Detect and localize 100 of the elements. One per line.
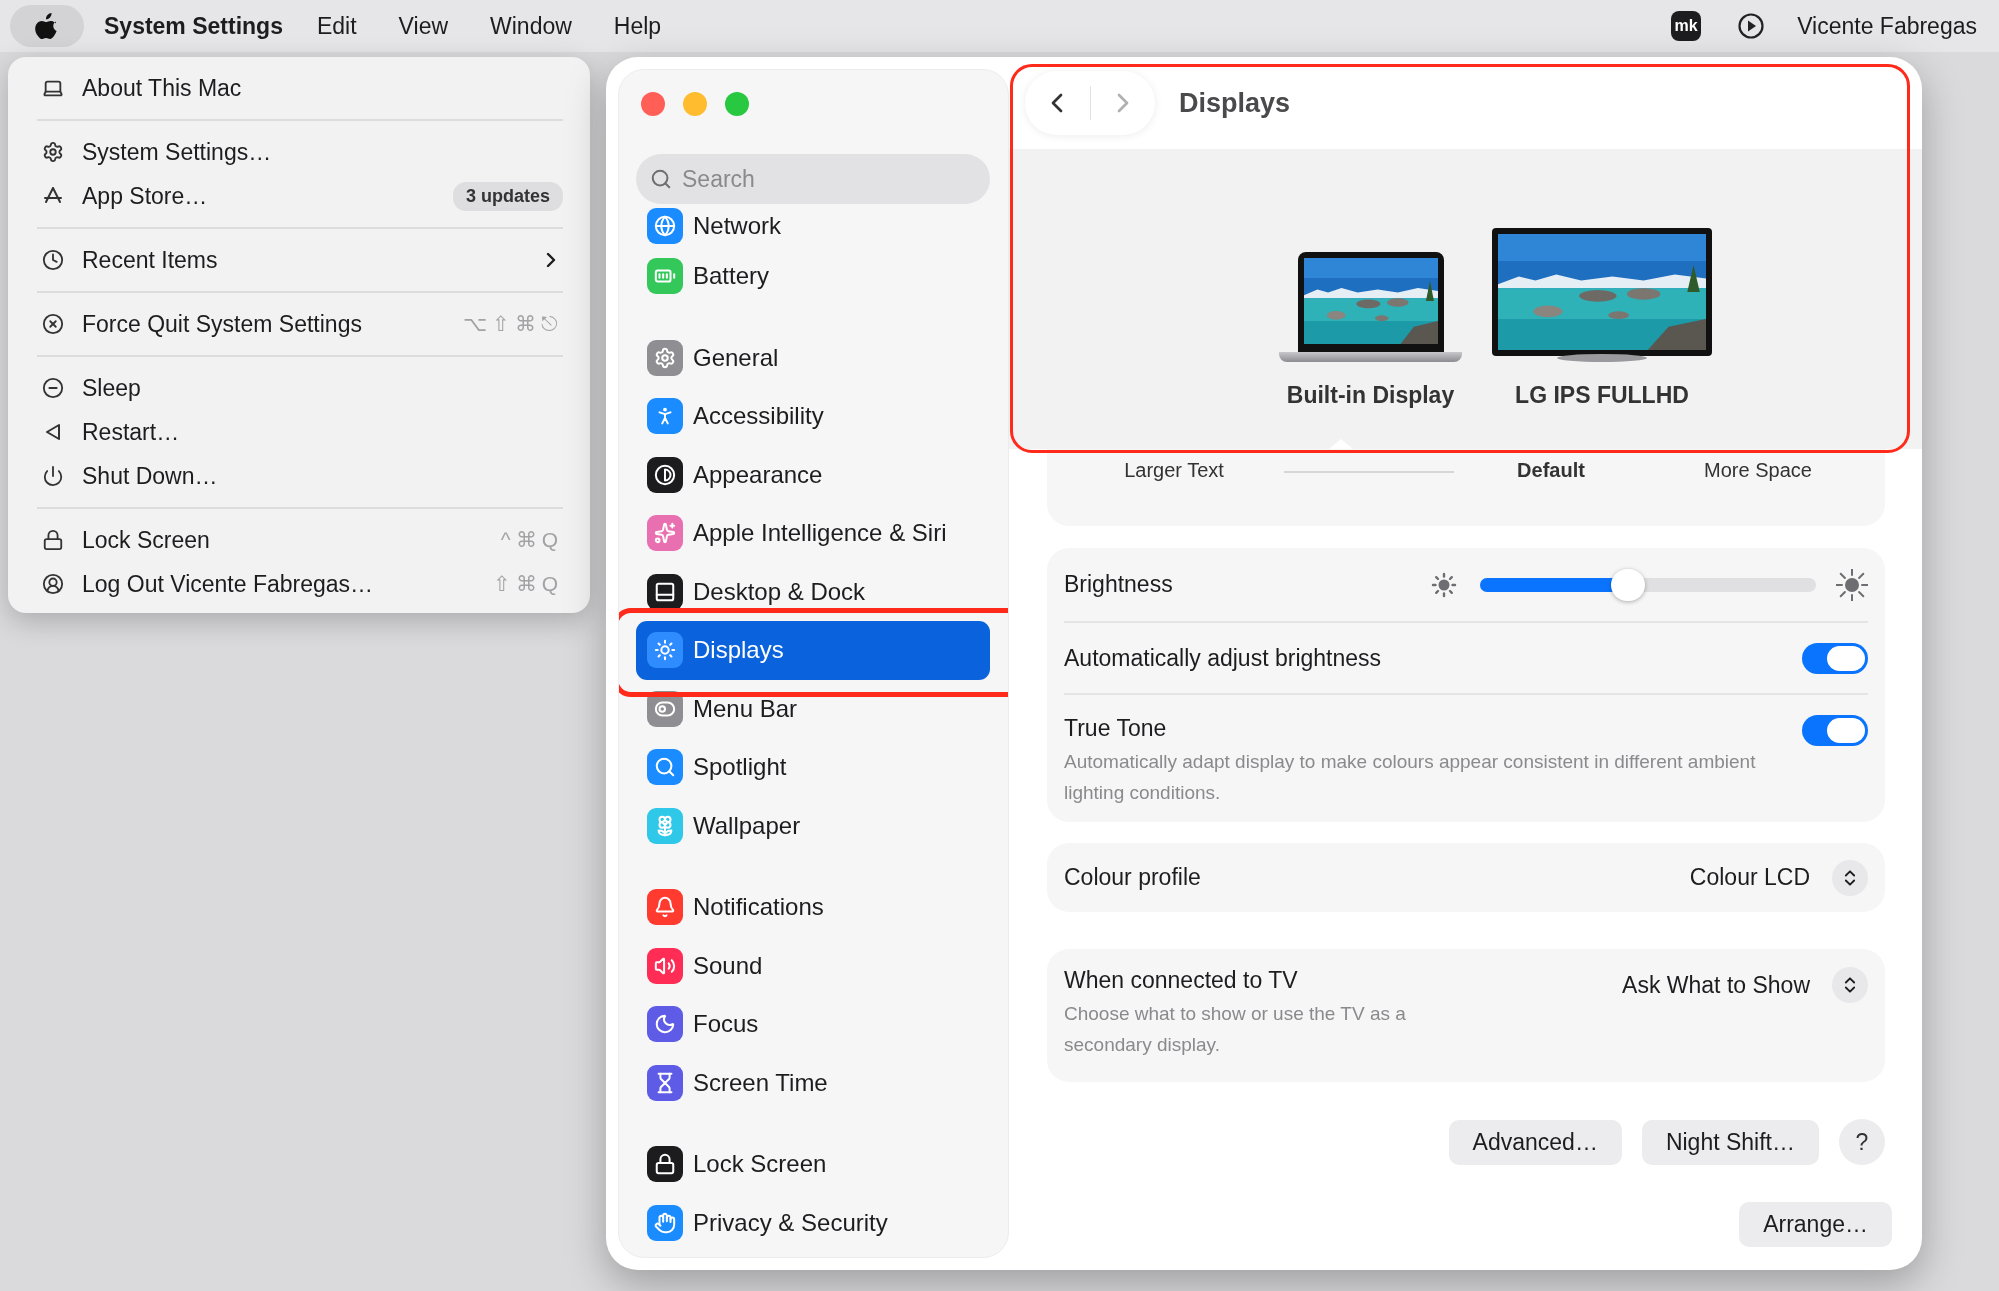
sidebar-item-label: Screen Time (693, 1068, 828, 1097)
sidebar-item[interactable]: Lock Screen (636, 1135, 990, 1194)
arrange-button[interactable]: Arrange… (1739, 1202, 1892, 1247)
sidebar-item-label: General (693, 343, 779, 372)
sidebar-item-label: Accessibility (693, 402, 824, 431)
slider-thumb[interactable] (1610, 568, 1645, 601)
keyboard-shortcut: ^⌘Q (500, 528, 563, 552)
menu-item-label: Restart… (82, 418, 181, 446)
sidebar-item-label: Focus (693, 1010, 759, 1039)
menu-item-label: Sleep (82, 374, 142, 402)
menu-item[interactable]: Log Out Vicente Fabregas… ⇧⌘Q (8, 562, 590, 606)
sidebar-item[interactable]: Battery (636, 247, 990, 306)
sidebar-item[interactable]: Screen Time (636, 1053, 990, 1112)
sidebar-item[interactable]: Sound (636, 936, 990, 995)
resolution-option[interactable]: Default (1454, 459, 1648, 482)
large-sun-icon (1836, 568, 1868, 601)
tv-select[interactable]: Ask What to Show (1622, 967, 1868, 1003)
sidebar-item[interactable]: Menu Bar (636, 679, 990, 738)
menu-item[interactable]: System Settings… (8, 130, 590, 174)
sidebar-item[interactable]: Notifications (636, 878, 990, 937)
display-name: Built-in Display (1286, 382, 1455, 409)
search-icon (650, 168, 672, 190)
sidebar-item-label: Sound (693, 951, 763, 980)
sidebar-item-label: Desktop & Dock (693, 577, 866, 606)
search-icon (654, 756, 676, 779)
play-icon[interactable] (1737, 12, 1766, 40)
toggle-switch[interactable] (1802, 642, 1868, 674)
top-menu[interactable]: Window (490, 12, 572, 40)
toggle-switch[interactable] (1802, 715, 1868, 746)
sun-icon (654, 639, 676, 662)
menu-item[interactable]: Recent Items (8, 238, 590, 282)
minimize-button[interactable] (683, 92, 707, 116)
menu-extra-icon[interactable]: mk (1671, 11, 1702, 41)
sidebar-item-label: Menu Bar (693, 694, 798, 723)
bell-icon (654, 896, 676, 919)
resolution-option[interactable]: More Space (1648, 459, 1868, 482)
colour-profile-select[interactable]: Colour LCD (1689, 859, 1868, 896)
sidebar-item[interactable]: Displays (636, 621, 990, 680)
menu-item-label: Shut Down… (82, 462, 219, 490)
sidebar-item[interactable]: Appearance (636, 445, 990, 504)
page-title: Displays (1179, 87, 1291, 119)
menu-item[interactable]: Restart… (8, 410, 590, 454)
action-button[interactable]: Night Shift… (1641, 1119, 1819, 1165)
display-name: LG IPS FULLHD (1515, 382, 1689, 409)
sparkles-icon (654, 522, 676, 545)
sidebar-item-label: Network (693, 212, 782, 240)
setting-label: Brightness (1064, 571, 1174, 598)
sidebar-item-label: Displays (693, 636, 784, 665)
sidebar-item[interactable]: Desktop & Dock (636, 562, 990, 621)
sidebar-item-label: Wallpaper (693, 811, 801, 840)
menu-item-label: Force Quit System Settings (82, 310, 363, 338)
menu-item-label: App Store… (82, 182, 209, 210)
setting-label: True Tone (1064, 715, 1167, 741)
sidebar-item-label: Appearance (693, 460, 823, 489)
user-circle-icon (42, 573, 64, 595)
sidebar-item[interactable]: Network (636, 205, 990, 247)
sidebar-item-label: Battery (693, 262, 770, 291)
clock-icon (42, 249, 64, 271)
setting-description: Automatically adapt display to make colours appear consistent in different ambient lighting conditions. (1064, 750, 1757, 805)
top-menu[interactable]: Edit (316, 12, 357, 40)
left-triangle-icon (44, 422, 62, 442)
zoom-button[interactable] (725, 92, 749, 116)
gear-icon (42, 141, 64, 163)
menu-item[interactable]: About This Mac (8, 66, 590, 110)
sidebar-item[interactable]: Wallpaper (636, 796, 990, 855)
menu-item[interactable]: Shut Down… (8, 454, 590, 498)
close-circle-icon (42, 313, 64, 335)
menu-item[interactable]: Sleep (8, 366, 590, 410)
sidebar-item[interactable]: Privacy & Security (636, 1193, 990, 1252)
sidebar-item-label: Spotlight (693, 753, 787, 782)
menu-item[interactable]: Force Quit System Settings ⌥⇧⌘⎋ (8, 302, 590, 346)
contrast-icon (654, 463, 676, 486)
minus-circle-icon (42, 377, 64, 399)
hand-icon (654, 1211, 676, 1234)
sidebar-item[interactable]: General (636, 328, 990, 387)
sidebar-item[interactable]: Spotlight (636, 738, 990, 797)
help-button[interactable]: ? (1839, 1119, 1885, 1165)
menu-item[interactable]: App Store… 3 updates (8, 174, 590, 218)
app-menu[interactable]: System Settings (104, 12, 283, 40)
apple-logo-icon (35, 12, 59, 40)
menu-item-label: Recent Items (82, 246, 219, 274)
apple-menu-button[interactable] (10, 5, 84, 47)
sidebar-item-label: Lock Screen (693, 1150, 827, 1179)
menu-item-label: System Settings… (82, 138, 273, 166)
close-button[interactable] (641, 92, 665, 116)
user-name[interactable]: Vicente Fabregas (1797, 12, 1977, 40)
sidebar-item[interactable]: Focus (636, 995, 990, 1054)
action-button[interactable]: Advanced… (1448, 1119, 1622, 1165)
keyboard-shortcut: ⇧⌘Q (492, 572, 563, 596)
setting-label: When connected to TV (1064, 967, 1298, 993)
top-menu[interactable]: Help (613, 12, 662, 40)
top-menu[interactable]: View (398, 12, 449, 40)
setting-label: Colour profile (1064, 864, 1202, 891)
menu-item[interactable]: Lock Screen ^⌘Q (8, 518, 590, 562)
sidebar-item[interactable]: Accessibility (636, 387, 990, 446)
menu-item-label: Lock Screen (82, 526, 211, 554)
resolution-option[interactable]: Larger Text (1064, 459, 1284, 482)
lock-icon (654, 1153, 676, 1176)
sidebar-item[interactable]: Apple Intelligence & Siri (636, 504, 990, 563)
search-field[interactable]: Search (636, 154, 990, 204)
